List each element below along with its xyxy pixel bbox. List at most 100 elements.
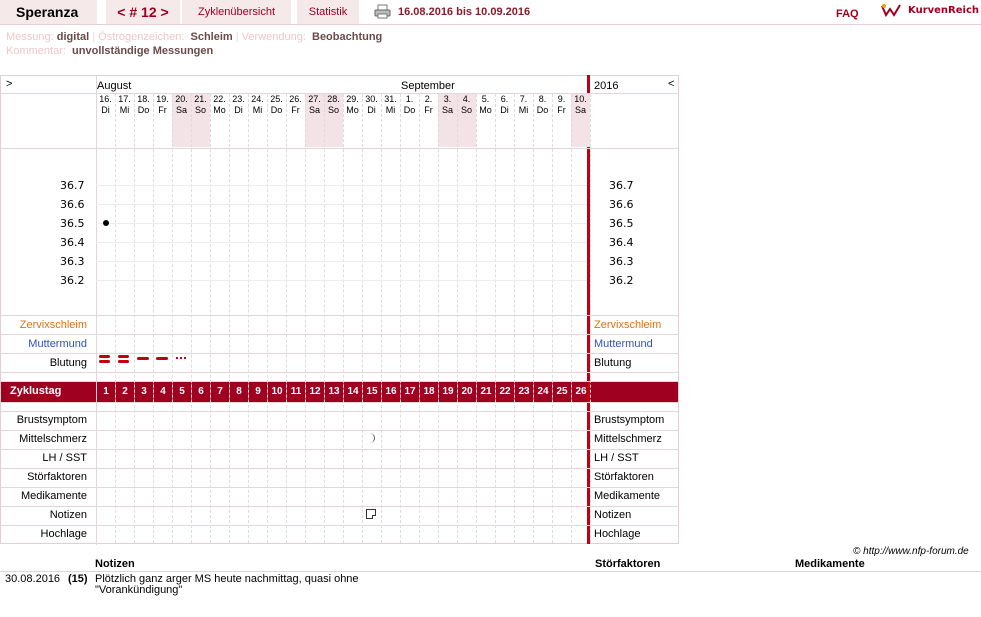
day-header[interactable]: 17. Mi — [115, 94, 134, 147]
day-header[interactable]: 5. Mo — [476, 94, 495, 147]
grid-column-line — [153, 94, 154, 543]
weekday: Fr — [424, 105, 433, 115]
day-number: 29. — [346, 94, 359, 104]
cycle-day-cell[interactable]: 22 — [495, 382, 514, 402]
kommentar-value: unvollständige Messungen — [72, 45, 214, 57]
cycle-day-cell[interactable]: 18 — [419, 382, 438, 402]
day-header[interactable]: 23. Di — [229, 94, 248, 147]
temp-tick-left: 36.6 — [60, 198, 85, 211]
row-label: Hochlage — [40, 528, 87, 540]
day-header[interactable]: 31. Mi — [381, 94, 400, 147]
day-header[interactable]: 9. Fr — [552, 94, 571, 147]
cycle-day-cell[interactable]: 14 — [343, 382, 362, 402]
day-header[interactable]: 1. Do — [400, 94, 419, 147]
cycle-day-cell[interactable]: 19 — [438, 382, 457, 402]
weekday: So — [194, 105, 206, 115]
temp-grid-line — [96, 242, 587, 243]
cycle-navigator[interactable]: < # 12 > — [106, 0, 180, 24]
bleeding-mark-medium[interactable] — [137, 357, 149, 360]
weekday: Di — [234, 105, 243, 115]
copyright[interactable]: © http://www.nfp-forum.de — [853, 546, 969, 557]
day-header[interactable]: 10. Sa — [571, 94, 590, 147]
printer-icon[interactable] — [374, 4, 391, 19]
weekday: Sa — [175, 105, 187, 115]
cycle-day-cell[interactable]: 6 — [191, 382, 210, 402]
temp-grid-line — [96, 223, 587, 224]
cycle-day-cell[interactable]: 12 — [305, 382, 324, 402]
bleeding-mark-medium[interactable] — [156, 357, 168, 360]
cycle-day-cell[interactable]: 20 — [457, 382, 476, 402]
bleeding-mark-spotting[interactable] — [176, 357, 186, 359]
tab-zyklenuebersicht[interactable]: Zyklenübersicht — [182, 0, 291, 24]
day-header[interactable]: 28. So — [324, 94, 343, 147]
cycle-day-cell[interactable]: 13 — [324, 382, 343, 402]
cycle-day-cell[interactable]: 11 — [286, 382, 305, 402]
cycle-day-cell[interactable]: 2 — [115, 382, 134, 402]
cycle-day-cell[interactable]: 24 — [533, 382, 552, 402]
row-label: Mittelschmerz — [19, 433, 87, 445]
temp-tick-left: 36.7 — [60, 179, 85, 192]
nav-next-button[interactable]: < — [668, 78, 674, 90]
bleeding-mark-heavy[interactable] — [99, 360, 110, 363]
day-header[interactable]: 26. Fr — [286, 94, 305, 147]
grid-column-line — [457, 94, 458, 543]
day-header[interactable]: 4. So — [457, 94, 476, 147]
nav-prev-button[interactable]: > — [6, 78, 12, 90]
day-header[interactable]: 19. Fr — [153, 94, 172, 147]
cycle-day-cell[interactable]: 15 — [362, 382, 381, 402]
day-header[interactable]: 21. So — [191, 94, 210, 147]
day-number: 1. — [405, 94, 414, 104]
day-header[interactable]: 16. Di — [96, 94, 115, 147]
day-header[interactable]: 7. Mi — [514, 94, 533, 147]
day-header[interactable]: 27. Sa — [305, 94, 324, 147]
cycle-day-cell[interactable]: 10 — [267, 382, 286, 402]
weekday: Mi — [119, 105, 130, 115]
note-icon[interactable] — [366, 509, 376, 519]
cycle-day-cell[interactable]: 17 — [400, 382, 419, 402]
day-number: 9. — [557, 94, 566, 104]
cycle-day-cell[interactable]: 25 — [552, 382, 571, 402]
grid-column-line — [571, 94, 572, 543]
grid-line — [1, 487, 678, 488]
cycle-day-cell[interactable]: 8 — [229, 382, 248, 402]
day-header[interactable]: 18. Do — [134, 94, 153, 147]
bleeding-mark-heavy[interactable] — [118, 360, 129, 363]
grid-left-border — [96, 76, 97, 545]
cycle-day-cell[interactable]: 16 — [381, 382, 400, 402]
cycle-day-cell[interactable]: 3 — [134, 382, 153, 402]
day-number: 19. — [156, 94, 169, 104]
mittelschmerz-icon[interactable] — [368, 433, 375, 443]
kommentar-label: Kommentar: — [6, 45, 66, 57]
verwendung-label: Verwendung: — [241, 31, 306, 43]
day-header[interactable]: 6. Di — [495, 94, 514, 147]
bleeding-mark-heavy[interactable] — [118, 355, 129, 358]
grid-line — [1, 315, 678, 316]
day-header[interactable]: 24. Mi — [248, 94, 267, 147]
grid-line — [1, 506, 678, 507]
cycle-day-cell[interactable]: 7 — [210, 382, 229, 402]
day-header[interactable]: 20. Sa — [172, 94, 191, 147]
grid-column-line — [324, 94, 325, 543]
weekday: Sa — [441, 105, 453, 115]
cycle-day-cell[interactable]: 21 — [476, 382, 495, 402]
day-header[interactable]: 22. Mo — [210, 94, 229, 147]
cycle-day-cell[interactable]: 9 — [248, 382, 267, 402]
temp-tick-right: 36.2 — [609, 274, 634, 287]
cycle-day-cell[interactable]: 4 — [153, 382, 172, 402]
day-header[interactable]: 25. Do — [267, 94, 286, 147]
temperature-point[interactable] — [103, 220, 109, 226]
day-header[interactable]: 3. Sa — [438, 94, 457, 147]
day-header[interactable]: 2. Fr — [419, 94, 438, 147]
day-header[interactable]: 30. Di — [362, 94, 381, 147]
faq-link[interactable]: FAQ — [836, 0, 859, 28]
cycle-day-cell[interactable]: 5 — [172, 382, 191, 402]
bleeding-mark-heavy[interactable] — [99, 355, 110, 358]
day-header[interactable]: 8. Do — [533, 94, 552, 147]
temp-grid-line — [96, 280, 587, 281]
cycle-day-cell[interactable]: 1 — [96, 382, 115, 402]
day-header[interactable]: 29. Mo — [343, 94, 362, 147]
cycle-meta: Messung: digital | Östrogenzeichen: Schl… — [6, 31, 383, 57]
cycle-day-cell[interactable]: 23 — [514, 382, 533, 402]
tab-statistik[interactable]: Statistik — [297, 0, 359, 24]
day-number: 26. — [289, 94, 302, 104]
